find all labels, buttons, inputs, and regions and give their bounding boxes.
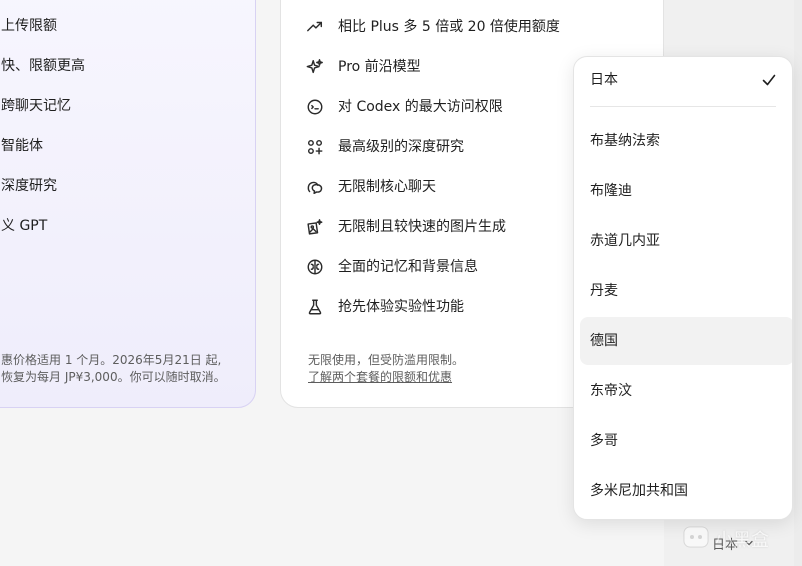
country-option[interactable]: 丹麦 <box>580 267 792 315</box>
pro-feature-label: Pro 前沿模型 <box>338 59 421 75</box>
country-option-label: 多米尼加共和国 <box>590 483 688 499</box>
watermark: 小黑盒 <box>681 522 781 552</box>
country-option[interactable]: 布隆迪 <box>580 167 792 215</box>
country-option-label: 布隆迪 <box>590 183 632 199</box>
codex-icon <box>305 97 325 117</box>
country-option[interactable]: 多米尼加共和国 <box>580 467 792 515</box>
pro-feature: 无限制且较快速的图片生成 <box>305 217 506 237</box>
country-option[interactable]: 布基纳法索 <box>580 117 792 165</box>
sparkles-icon <box>305 57 325 77</box>
brain-icon <box>305 257 325 277</box>
plus-feature: 上传限额 <box>1 18 57 34</box>
country-option-label: 丹麦 <box>590 283 618 299</box>
plus-feature: 快、限额更高 <box>1 58 85 74</box>
pro-feature: Pro 前沿模型 <box>305 57 421 77</box>
country-option[interactable]: 赤道几内亚 <box>580 217 792 265</box>
pro-feature: 最高级别的深度研究 <box>305 137 464 157</box>
pro-feature: 相比 Plus 多 5 倍或 20 倍使用额度 <box>305 17 560 37</box>
image-gen-icon <box>305 217 325 237</box>
pro-feature-label: 全面的记忆和背景信息 <box>338 259 478 275</box>
plus-feature: 义 GPT <box>1 218 48 234</box>
plus-feature: 跨聊天记忆 <box>1 98 71 114</box>
pro-feature: 抢先体验实验性功能 <box>305 297 464 317</box>
country-option-label: 多哥 <box>590 433 618 449</box>
pro-feature-label: 无限制且较快速的图片生成 <box>338 219 506 235</box>
plus-feature: 深度研究 <box>1 178 57 194</box>
country-option-label: 东帝汶 <box>590 383 632 399</box>
chat-bubbles-icon <box>305 177 325 197</box>
watermark-text: 小黑盒 <box>715 530 769 551</box>
pro-feature-label: 最高级别的深度研究 <box>338 139 464 155</box>
scrollbar[interactable] <box>794 0 802 566</box>
country-option[interactable]: 东帝汶 <box>580 367 792 415</box>
plus-plan-card: 上传限额 快、限额更高 跨聊天记忆 智能体 深度研究 义 GPT 惠价格适用 1… <box>0 0 256 408</box>
plus-feature: 智能体 <box>1 138 43 154</box>
research-icon <box>305 137 325 157</box>
pro-feature-label: 无限制核心聊天 <box>338 179 436 195</box>
country-option-hovered[interactable]: 德国 <box>580 317 792 365</box>
trend-up-icon <box>305 17 325 37</box>
pro-feature-label: 对 Codex 的最大访问权限 <box>338 99 503 115</box>
dropdown-selected-option[interactable]: 日本 <box>574 57 792 105</box>
watermark-logo-icon <box>683 526 709 548</box>
plus-price-note: 惠价格适用 1 个月。2026年5月21日 起, 恢复为每月 JP¥3,000。… <box>1 352 241 386</box>
pro-feature: 全面的记忆和背景信息 <box>305 257 478 277</box>
flask-icon <box>305 297 325 317</box>
selected-country-label: 日本 <box>590 72 618 88</box>
plus-price-note-line2: 恢复为每月 JP¥3,000。你可以随时取消。 <box>1 370 226 384</box>
pro-feature-label: 抢先体验实验性功能 <box>338 299 464 315</box>
country-option-label: 布基纳法索 <box>590 133 660 149</box>
plan-limits-link[interactable]: 了解两个套餐的限额和优惠 <box>308 369 452 386</box>
pro-feature: 无限制核心聊天 <box>305 177 436 197</box>
country-option-label: 德国 <box>590 333 618 349</box>
pro-usage-note: 无限使用，但受防滥用限制。 <box>308 353 465 367</box>
dropdown-divider <box>590 106 776 107</box>
plus-price-note-line1: 惠价格适用 1 个月。2026年5月21日 起, <box>1 353 222 367</box>
country-dropdown: 日本 布基纳法索 布隆迪 赤道几内亚 丹麦 德国 东帝汶 多哥 多米尼加共和国 <box>573 56 793 520</box>
check-icon <box>762 74 776 86</box>
country-option-label: 赤道几内亚 <box>590 233 660 249</box>
pro-feature-label: 相比 Plus 多 5 倍或 20 倍使用额度 <box>338 19 560 35</box>
country-option[interactable]: 多哥 <box>580 417 792 465</box>
pro-feature: 对 Codex 的最大访问权限 <box>305 97 503 117</box>
